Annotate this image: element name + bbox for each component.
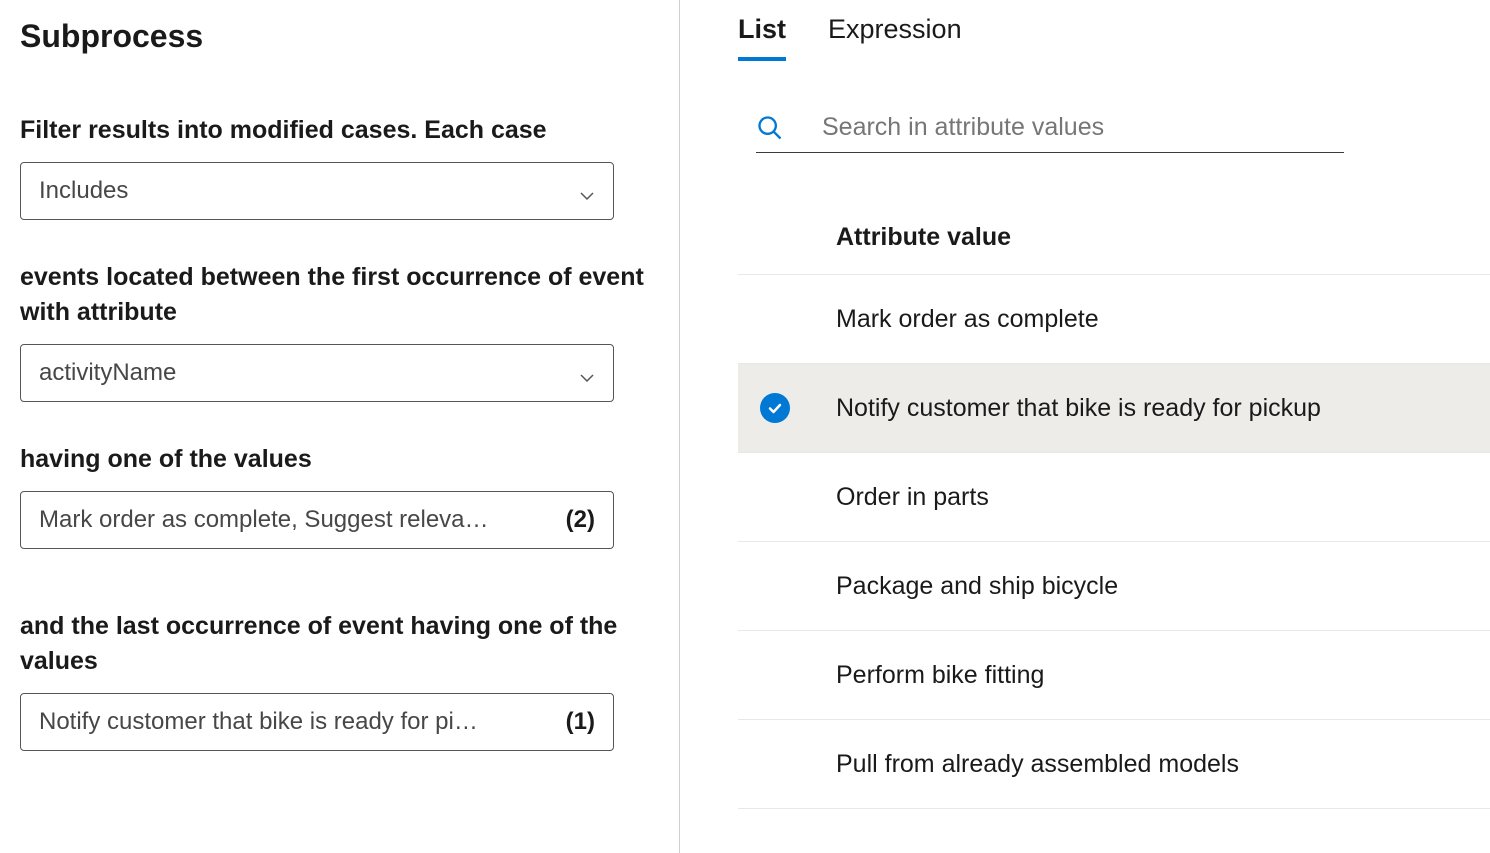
event-attribute-select[interactable]: activityName [20, 344, 614, 402]
check-circle-icon [760, 393, 790, 423]
right-panel: List Expression Attribute value Mark ord… [680, 0, 1490, 853]
attribute-row-label: Package and ship bicycle [836, 572, 1490, 601]
search-input[interactable] [822, 113, 1344, 142]
first-values-select[interactable]: Mark order as complete, Suggest releva… … [20, 491, 614, 549]
attribute-row-check [738, 393, 836, 423]
search-icon [756, 114, 784, 142]
tab-expression[interactable]: Expression [828, 14, 962, 61]
event-attribute-value: activityName [39, 359, 176, 387]
filter-mode-value: Includes [39, 177, 128, 205]
attribute-row-label: Order in parts [836, 483, 1490, 512]
last-values-text: Notify customer that bike is ready for p… [39, 708, 554, 736]
tab-list[interactable]: List [738, 14, 786, 61]
attribute-row[interactable]: Package and ship bicycle [738, 542, 1490, 631]
chevron-down-icon [579, 365, 595, 381]
attribute-row[interactable]: Pull from already assembled models [738, 720, 1490, 809]
attribute-row-label: Pull from already assembled models [836, 750, 1490, 779]
chevron-down-icon [579, 183, 595, 199]
search-row [756, 113, 1344, 153]
tabs: List Expression [738, 14, 1490, 61]
attribute-row[interactable]: Perform bike fitting [738, 631, 1490, 720]
event-attribute-label: events located between the first occurre… [20, 260, 659, 330]
filter-mode-label: Filter results into modified cases. Each… [20, 113, 659, 148]
attribute-row-label: Notify customer that bike is ready for p… [836, 394, 1490, 423]
attribute-row-label: Mark order as complete [836, 305, 1490, 334]
page-title: Subprocess [20, 18, 659, 55]
first-values-count: (2) [566, 506, 595, 534]
attribute-row[interactable]: Mark order as complete [738, 275, 1490, 364]
attribute-list-header: Attribute value [738, 223, 1490, 275]
last-values-select[interactable]: Notify customer that bike is ready for p… [20, 693, 614, 751]
last-values-count: (1) [566, 708, 595, 736]
first-values-text: Mark order as complete, Suggest releva… [39, 506, 554, 534]
first-values-label: having one of the values [20, 442, 659, 477]
last-values-label: and the last occurrence of event having … [20, 609, 659, 679]
attribute-row-label: Perform bike fitting [836, 661, 1490, 690]
attribute-row[interactable]: Order in parts [738, 453, 1490, 542]
left-panel: Subprocess Filter results into modified … [0, 0, 680, 853]
filter-mode-select[interactable]: Includes [20, 162, 614, 220]
attribute-list: Attribute value Mark order as complete No… [738, 223, 1490, 809]
attribute-row[interactable]: Notify customer that bike is ready for p… [738, 364, 1490, 453]
